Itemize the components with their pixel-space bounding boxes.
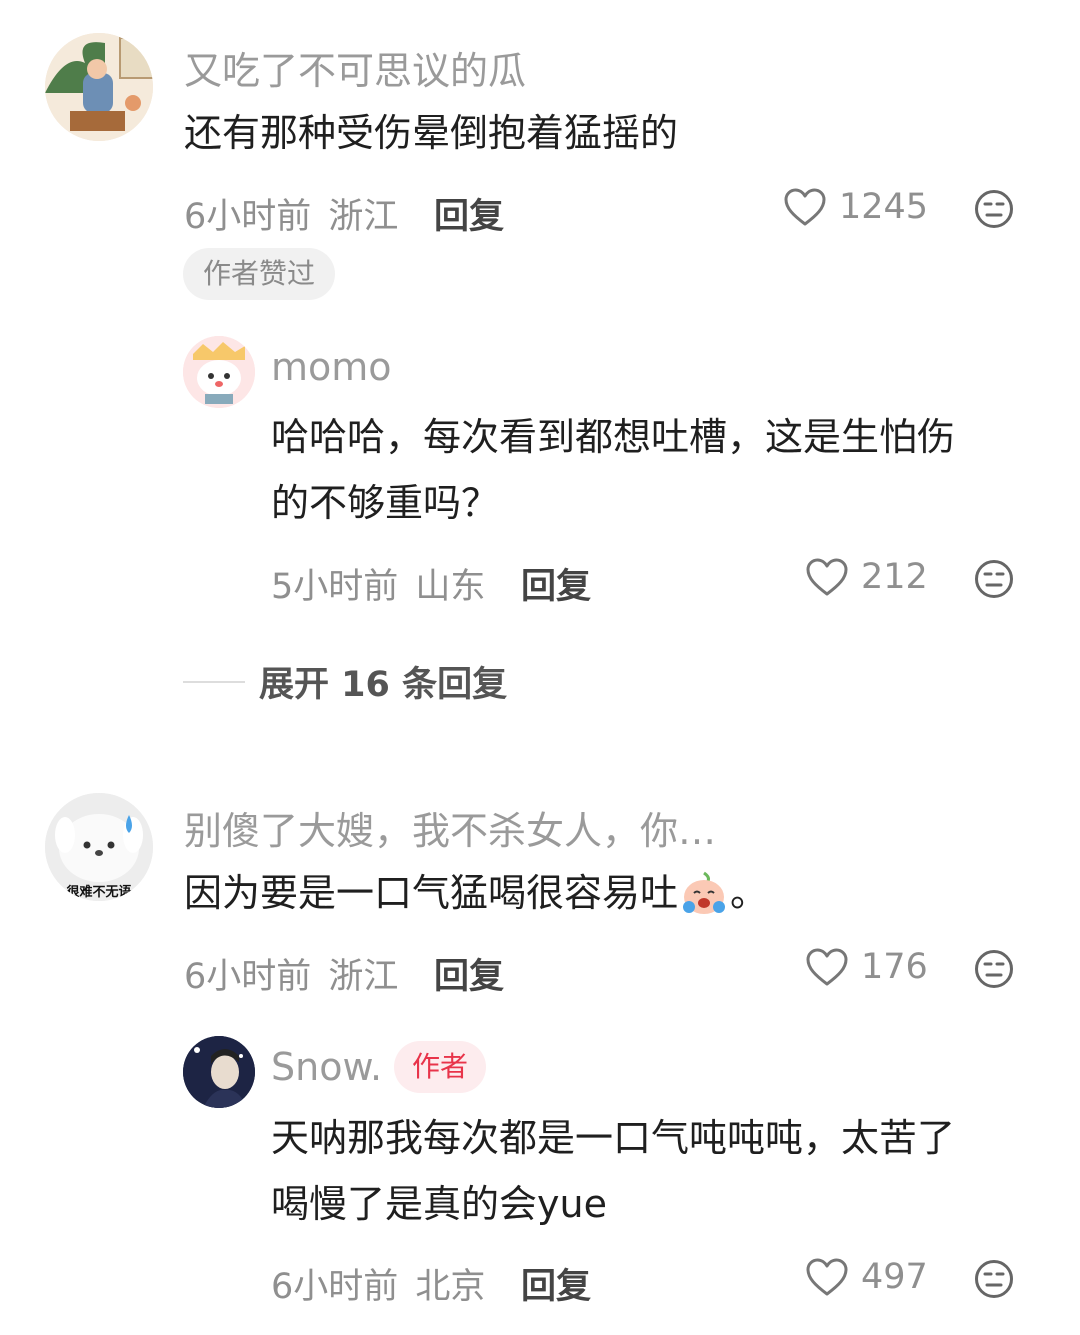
dislike-face-icon	[975, 190, 1013, 228]
reply-text-line: 哈哈哈，每次看到都想吐槽，这是生怕伤	[271, 415, 956, 459]
author-badge: 作者	[394, 1041, 487, 1093]
reply-text: 哈哈哈，每次看到都想吐槽，这是生怕伤 的不够重吗？	[271, 404, 955, 536]
like-count: 176	[861, 947, 928, 987]
reply-button[interactable]: 回复	[521, 1258, 591, 1309]
comment-time: 6小时前	[184, 197, 312, 237]
dislike-face-icon	[975, 1260, 1013, 1298]
reply-username[interactable]: Snow.	[271, 1045, 382, 1089]
comment-text-suffix: 。	[730, 871, 769, 915]
reply-meta: 5小时前 山东	[271, 558, 485, 609]
reply-location: 北京	[415, 1267, 486, 1307]
dislike-button[interactable]	[974, 949, 1014, 993]
like-button[interactable]: 176	[805, 947, 928, 987]
heart-icon	[806, 1258, 848, 1296]
reply-text: 天呐那我每次都是一口气吨吨吨，太苦了 喝慢了是真的会yue	[271, 1105, 955, 1237]
reply-time: 5小时前	[271, 567, 399, 607]
avatar[interactable]	[183, 336, 255, 408]
comment-text-body: 因为要是一口气猛喝很容易吐	[184, 871, 679, 915]
dislike-button[interactable]	[974, 189, 1014, 233]
comment-meta: 6小时前 浙江	[184, 948, 398, 999]
heart-icon	[806, 558, 848, 596]
reply-text-line: 的不够重吗？	[271, 481, 500, 525]
comment-meta: 6小时前 浙江	[184, 188, 398, 239]
heart-icon	[784, 188, 826, 226]
avatar-caption: 很难不无语	[66, 885, 132, 900]
expand-replies-label: 展开 16 条回复	[259, 665, 508, 705]
dislike-face-icon	[975, 950, 1013, 988]
author-liked-chip: 作者赞过	[183, 248, 336, 300]
divider	[183, 680, 245, 683]
reply-button[interactable]: 回复	[434, 948, 504, 999]
dislike-button[interactable]	[974, 1259, 1014, 1303]
like-button[interactable]: 212	[805, 557, 928, 597]
like-count: 212	[861, 557, 928, 597]
comment-username[interactable]: 别傻了大嫂，我不杀女人，你…	[184, 800, 716, 855]
reply-username[interactable]: momo	[271, 345, 392, 389]
comment-time: 6小时前	[184, 957, 312, 997]
like-button[interactable]: 497	[805, 1257, 928, 1297]
like-button[interactable]: 1245	[783, 187, 928, 227]
dislike-face-icon	[975, 560, 1013, 598]
reply-location: 山东	[415, 567, 486, 607]
comment-text: 因为要是一口气猛喝很容易吐 。	[184, 860, 768, 926]
avatar[interactable]	[183, 1036, 255, 1108]
comment-text: 还有那种受伤晕倒抱着猛摇的	[184, 111, 679, 155]
reply-button[interactable]: 回复	[521, 558, 591, 609]
reply-button[interactable]: 回复	[434, 188, 504, 239]
like-count: 1245	[839, 187, 929, 227]
reply-text-line: 喝慢了是真的会yue	[271, 1182, 607, 1226]
avatar[interactable]: 很难不无语	[45, 793, 153, 901]
avatar[interactable]	[45, 33, 153, 141]
reply-time: 6小时前	[271, 1267, 399, 1307]
comment-username[interactable]: 又吃了不可思议的瓜	[184, 40, 526, 95]
dislike-button[interactable]	[974, 559, 1014, 603]
heart-icon	[806, 948, 848, 986]
expand-replies-button[interactable]: 展开 16 条回复	[183, 656, 507, 707]
crying-emoji-icon	[683, 871, 726, 914]
reply-text-line: 天呐那我每次都是一口气吨吨吨，太苦了	[271, 1116, 956, 1160]
comment-location: 浙江	[328, 197, 399, 237]
reply-meta: 6小时前 北京	[271, 1258, 485, 1309]
like-count: 497	[861, 1257, 928, 1297]
comment-location: 浙江	[328, 957, 399, 997]
